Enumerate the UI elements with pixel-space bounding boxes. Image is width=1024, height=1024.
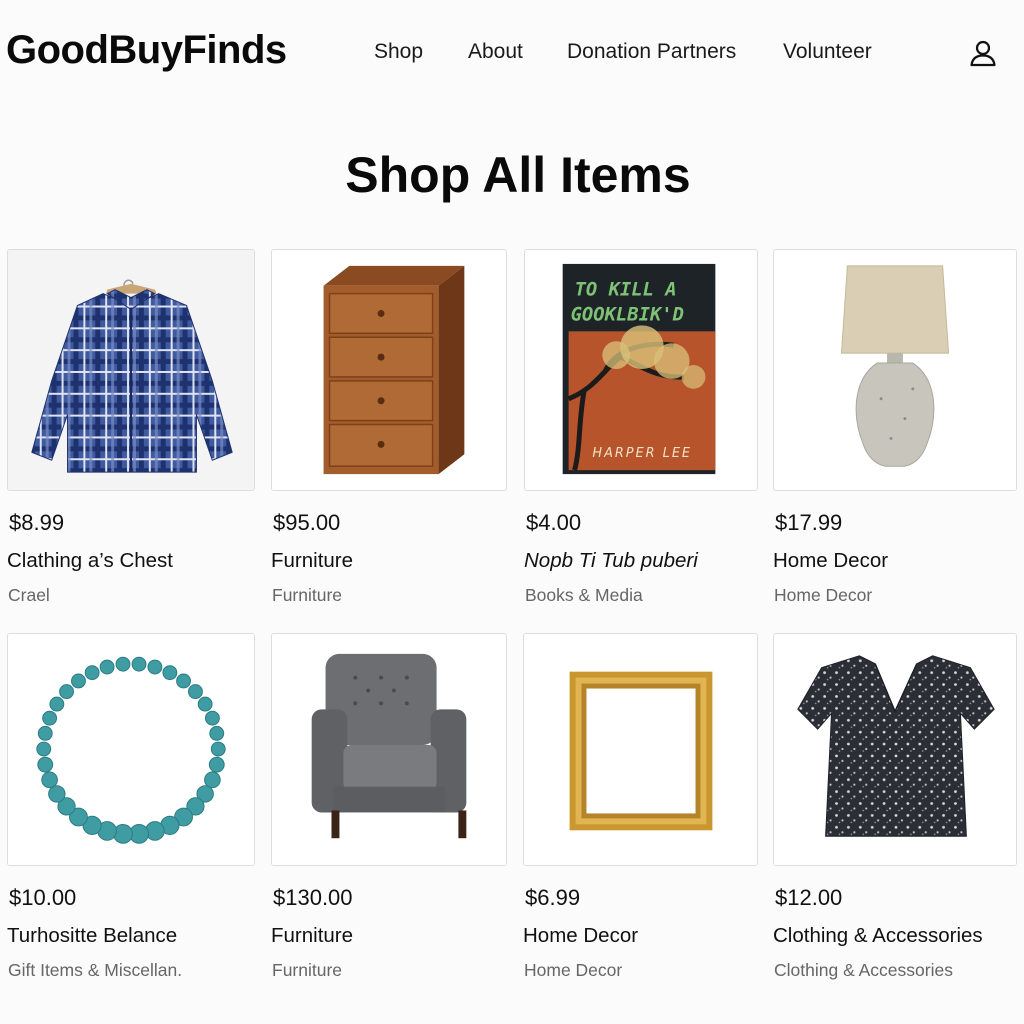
necklace-bead	[210, 741, 226, 757]
product-price: $6.99	[525, 885, 581, 910]
product-card[interactable]: $95.00 Furniture Furniture	[271, 249, 507, 609]
product-image-bead-necklace[interactable]	[7, 633, 255, 866]
necklace-bead	[37, 756, 54, 773]
necklace-bead	[176, 673, 191, 689]
product-price: $4.00	[526, 510, 582, 535]
product-image-picture-frame[interactable]	[523, 633, 758, 866]
product-image-wooden-dresser[interactable]	[271, 249, 507, 491]
necklace-bead	[208, 756, 225, 773]
necklace-bead	[197, 696, 213, 712]
necklace-bead	[48, 785, 66, 803]
nav-donation-partners[interactable]: Donation Partners	[567, 40, 736, 64]
necklace-bead	[71, 673, 86, 689]
product-category: Furniture	[272, 585, 343, 605]
nav-shop[interactable]: Shop	[374, 40, 423, 64]
product-image-plaid-shirt[interactable]	[7, 249, 255, 491]
product-title[interactable]: Turhositte Belance	[7, 924, 177, 948]
product-category: Gift Items & Miscellan.	[8, 960, 183, 980]
nav-about[interactable]: About	[468, 40, 523, 64]
necklace-bead	[49, 696, 65, 712]
product-title[interactable]: Home Decor	[773, 549, 888, 573]
necklace-bead	[188, 684, 203, 700]
product-price: $130.00	[273, 885, 353, 910]
product-card[interactable]: $17.99 Home Decor Home Decor	[773, 249, 1017, 609]
product-category: Crael	[8, 585, 50, 605]
necklace-bead	[209, 725, 225, 741]
necklace-bead	[36, 741, 52, 757]
necklace-bead	[162, 665, 178, 681]
product-card[interactable]: $12.00 Clothing & Accessories Clothing &…	[773, 633, 1017, 993]
site-header: GoodBuyFinds Shop About Donation Partner…	[0, 0, 1024, 105]
user-icon[interactable]	[968, 38, 998, 68]
necklace-bead	[204, 710, 220, 726]
book-title-line2: GOOKLBIK'D	[571, 304, 684, 325]
product-price: $10.00	[9, 885, 77, 910]
product-category: Furniture	[272, 960, 343, 980]
product-image-floral-blouse[interactable]	[773, 633, 1017, 866]
necklace-bead	[99, 659, 115, 675]
necklace-bead	[115, 656, 131, 672]
product-card[interactable]: $6.99 Home Decor Home Decor	[523, 633, 758, 993]
product-category: Home Decor	[774, 585, 873, 605]
product-card[interactable]: $10.00 Turhositte Belance Gift Items & M…	[7, 633, 255, 993]
necklace-bead	[59, 684, 74, 700]
product-title[interactable]: Furniture	[271, 924, 353, 948]
product-image-book[interactable]: TO KILL A GOOKLBIK'D HARPER LEE	[524, 249, 758, 491]
page-title: Shop All Items	[345, 147, 691, 203]
product-price: $8.99	[9, 510, 65, 535]
product-image-table-lamp[interactable]	[773, 249, 1017, 491]
book-author: HARPER LEE	[592, 446, 692, 461]
product-card[interactable]: $8.99 Clathing a’s Chest Crael	[7, 249, 255, 609]
product-title[interactable]: Furniture	[271, 549, 353, 573]
product-price: $95.00	[273, 510, 341, 535]
book-title-line1: TO KILL A	[575, 280, 677, 301]
necklace-bead	[84, 665, 100, 681]
necklace-bead	[131, 656, 147, 672]
product-category: Books & Media	[525, 585, 643, 605]
product-category: Home Decor	[524, 960, 623, 980]
necklace-bead	[147, 659, 163, 675]
product-card[interactable]: $130.00 Furniture Furniture	[271, 633, 507, 993]
product-title[interactable]: Home Decor	[523, 924, 638, 948]
nav-volunteer[interactable]: Volunteer	[783, 40, 872, 64]
necklace-bead	[37, 725, 53, 741]
site-logo[interactable]: GoodBuyFinds	[6, 28, 287, 73]
product-price: $12.00	[775, 885, 843, 910]
product-title[interactable]: Clathing a’s Chest	[7, 549, 173, 573]
product-price: $17.99	[775, 510, 843, 535]
product-title[interactable]: Clothing & Accessories	[773, 924, 983, 948]
necklace-bead	[41, 771, 58, 789]
product-card[interactable]: TO KILL A GOOKLBIK'D HARPER LEE $4.00 No…	[524, 249, 758, 609]
necklace-bead	[42, 710, 58, 726]
necklace-bead	[204, 771, 221, 789]
product-category: Clothing & Accessories	[774, 960, 953, 980]
product-image-armchair[interactable]	[271, 633, 507, 866]
product-title[interactable]: Nopb Ti Tub puberi	[524, 549, 698, 573]
